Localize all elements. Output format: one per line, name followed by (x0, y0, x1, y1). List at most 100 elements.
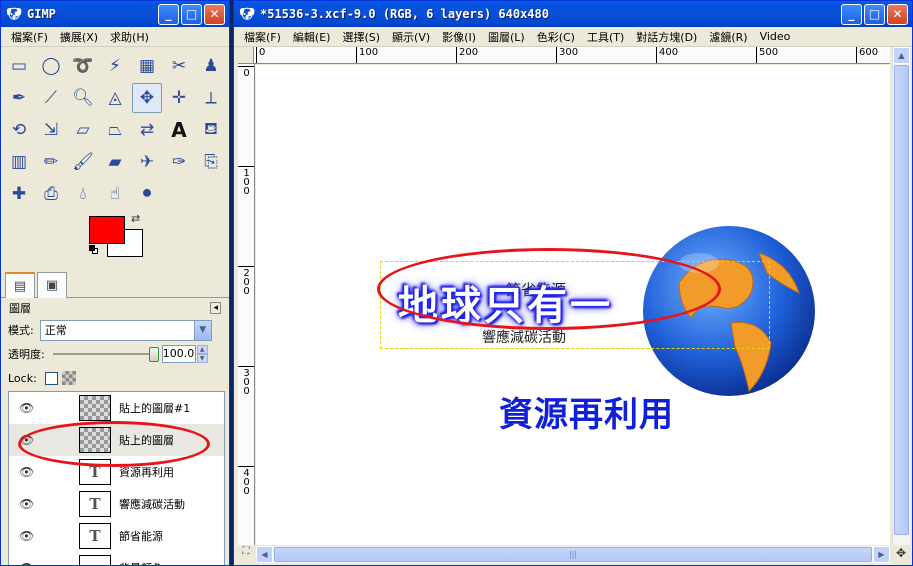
horizontal-scroll-thumb[interactable]: ||| (274, 547, 872, 562)
spin-up-icon[interactable]: ▲ (196, 345, 208, 354)
measure-icon[interactable]: ◬ (100, 83, 130, 113)
bucket-fill-icon[interactable]: ⛾ (196, 115, 226, 145)
vertical-scroll-thumb[interactable] (894, 65, 909, 535)
color-picker-icon[interactable]: ⟋ (36, 83, 66, 113)
image-menu-item[interactable]: 影像(I) (436, 29, 482, 45)
image-menu-item[interactable]: 濾鏡(R) (703, 29, 753, 45)
panel-menu-icon[interactable]: ◂ (210, 302, 221, 314)
rotate-icon[interactable]: ⟲ (4, 115, 34, 145)
visibility-eye-icon[interactable]: 👁︎ (19, 561, 39, 565)
opacity-slider-thumb[interactable] (148, 347, 159, 362)
canvas-text-recycle: 資源再利用 (499, 395, 674, 435)
pencil-icon[interactable]: ✏ (36, 147, 66, 177)
eraser-icon[interactable]: ▰ (100, 147, 130, 177)
scale-icon[interactable]: ⇲ (36, 115, 66, 145)
clone-icon[interactable]: ⎘ (196, 147, 226, 177)
opacity-slider[interactable] (52, 347, 159, 362)
close-button[interactable]: ✕ (204, 3, 225, 25)
foreground-color-swatch[interactable] (89, 216, 125, 244)
horizontal-scrollbar[interactable]: ◀ ||| ▶ (256, 546, 890, 563)
layer-name[interactable]: 背景顏色 (119, 560, 163, 565)
close-button[interactable]: ✕ (887, 3, 908, 25)
navigate-icon[interactable]: ✥ (892, 546, 910, 563)
menu-help[interactable]: 求助(H) (104, 29, 155, 45)
lock-checkbox[interactable] (44, 371, 58, 385)
opacity-label: 透明度: (8, 348, 45, 361)
blur-icon[interactable]: 💧︎ (68, 179, 98, 209)
visibility-eye-icon[interactable]: 👁︎ (19, 529, 39, 543)
ink-icon[interactable]: ✑ (164, 147, 194, 177)
toolbox-titlebar[interactable]: 🐶︎ GIMP _ □ ✕ (1, 1, 229, 27)
spin-down-icon[interactable]: ▼ (196, 354, 208, 363)
image-menu-item[interactable]: 色彩(C) (531, 29, 581, 45)
smudge-icon[interactable]: ☝ (100, 179, 130, 209)
layer-row[interactable]: 👁︎ T 響應減碳活動 (9, 488, 224, 520)
minimize-button[interactable]: _ (841, 3, 862, 25)
image-menu-item[interactable]: 選擇(S) (336, 29, 386, 45)
zoom-icon[interactable]: 🔍︎ (68, 83, 98, 113)
mode-label: 模式: (8, 324, 34, 337)
visibility-eye-icon[interactable]: 👁︎ (19, 465, 39, 479)
heal-icon[interactable]: ✚ (4, 179, 34, 209)
maximize-button[interactable]: □ (181, 3, 202, 25)
paths-icon[interactable]: ✒ (4, 83, 34, 113)
menu-extensions[interactable]: 擴展(X) (54, 29, 104, 45)
image-menu-item[interactable]: 檔案(F) (238, 29, 287, 45)
ruler-tick-label: 500 (756, 47, 778, 63)
scissors-icon[interactable]: ✂ (164, 51, 194, 81)
shear-icon[interactable]: ▱ (68, 115, 98, 145)
text-icon[interactable]: A (164, 115, 194, 145)
minimize-button[interactable]: _ (158, 3, 179, 25)
foreground-select-icon[interactable]: ♟ (196, 51, 226, 81)
chevron-down-icon[interactable]: ▼ (193, 320, 211, 340)
image-menu-item[interactable]: 工具(T) (581, 29, 630, 45)
maximize-button[interactable]: □ (864, 3, 885, 25)
ruler-corner[interactable] (238, 47, 254, 64)
move-icon[interactable]: ✥ (132, 83, 162, 113)
perspective-icon[interactable]: ⏢ (100, 115, 130, 145)
crop-icon[interactable]: ⟂ (196, 83, 226, 113)
layer-row[interactable]: 👁︎ 貼上的圖層#1 (9, 392, 224, 424)
image-menu-item[interactable]: Video (754, 30, 797, 43)
mode-select[interactable]: 正常 ▼ (39, 319, 212, 341)
scroll-left-icon[interactable]: ◀ (256, 546, 273, 563)
image-menu-item[interactable]: 顯示(V) (386, 29, 436, 45)
align-icon[interactable]: ✛ (164, 83, 194, 113)
tab-channels[interactable]: ▣ (37, 272, 67, 298)
opacity-row: 透明度: 100.0 ▲ ▼ (1, 342, 229, 366)
ellipse-select-icon[interactable]: ◯ (36, 51, 66, 81)
layer-name[interactable]: 響應減碳活動 (119, 496, 185, 512)
scroll-up-icon[interactable]: ▲ (893, 47, 910, 64)
default-colors-icon[interactable] (89, 245, 99, 255)
vertical-scrollbar[interactable]: ▲ (892, 47, 910, 545)
image-menu-item[interactable]: 編輯(E) (287, 29, 337, 45)
blend-icon[interactable]: ▥ (4, 147, 34, 177)
scroll-right-icon[interactable]: ▶ (873, 546, 890, 563)
opacity-value[interactable]: 100.0 (161, 345, 196, 363)
paintbrush-icon[interactable]: 🖌︎ (68, 147, 98, 177)
visibility-eye-icon[interactable]: 👁︎ (19, 497, 39, 511)
menu-file[interactable]: 檔案(F) (5, 29, 54, 45)
lasso-icon[interactable]: ➰ (68, 51, 98, 81)
airbrush-icon[interactable]: ✈ (132, 147, 162, 177)
visibility-eye-icon[interactable]: 👁︎ (19, 401, 39, 415)
image-menu-item[interactable]: 對話方塊(D) (630, 29, 703, 45)
color-select-icon[interactable]: ▦ (132, 51, 162, 81)
fuzzy-select-icon[interactable]: ⚡ (100, 51, 130, 81)
layer-row[interactable]: 👁︎ 背景顏色 (9, 552, 224, 565)
quick-mask-icon[interactable]: ⛶ (238, 546, 254, 563)
horizontal-ruler[interactable]: 0 100 200 300 400 500 600 (254, 47, 890, 64)
image-menu-item[interactable]: 圖層(L) (482, 29, 531, 45)
tab-layers[interactable]: ▤ (5, 272, 35, 298)
layer-row[interactable]: 👁︎ T 節省能源 (9, 520, 224, 552)
swap-colors-icon[interactable]: ⇄ (131, 212, 140, 225)
layer-name[interactable]: 貼上的圖層#1 (119, 400, 190, 416)
perspective-clone-icon[interactable]: ⎙ (36, 179, 66, 209)
rect-select-icon[interactable]: ▭ (4, 51, 34, 81)
image-titlebar[interactable]: 🐶︎ *51536-3.xcf-9.0 (RGB, 6 layers) 640x… (234, 1, 912, 27)
vertical-ruler[interactable]: 0 1 0 0 2 0 0 3 0 0 4 0 0 (238, 64, 255, 545)
opacity-spinner[interactable]: 100.0 ▲ ▼ (161, 345, 208, 363)
layer-name[interactable]: 節省能源 (119, 528, 163, 544)
flip-icon[interactable]: ⇄ (132, 115, 162, 145)
dodge-burn-icon[interactable]: ⚫ (132, 179, 162, 209)
